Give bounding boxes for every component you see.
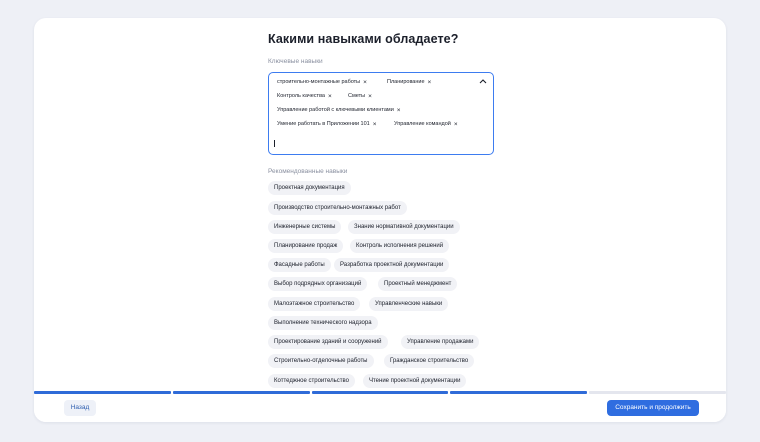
skill-chip: Планирование × [384,77,435,88]
recommended-skill[interactable]: Малоэтажное строительство [268,297,361,311]
skill-chip: строительно-монтажные работы × [274,77,370,88]
recommended-skill[interactable]: Знание нормативной документации [348,220,460,234]
recommended-skill[interactable]: Производство строительно-монтажных работ [268,201,407,215]
recommended-skill[interactable]: Управление продажами [401,335,480,349]
skill-chip: Сметы × [345,91,375,102]
close-icon[interactable]: × [368,91,372,102]
back-button[interactable]: Назад [64,400,96,416]
recommended-skill[interactable]: Проектный менеджмент [378,277,458,291]
close-icon[interactable]: × [454,119,458,130]
key-skills-input[interactable]: строительно-монтажные работы × Планирова… [268,72,494,155]
recommended-skill[interactable]: Проектная документация [268,181,351,195]
form-footer: Назад Сохранить и продолжить [34,394,726,422]
recommended-skill[interactable]: Строительно-отделочные работы [268,354,374,368]
recommended-skill[interactable]: Проектирование зданий и сооружений [268,335,388,349]
skill-chip: Управление командой × [391,119,461,130]
close-icon[interactable]: × [328,91,332,102]
skill-chip: Управление работой с ключевыми клиентами… [274,105,404,116]
recommended-skill[interactable]: Выполнение технического надзора [268,316,378,330]
page-title: Какими навыками обладаете? [268,32,459,46]
recommended-skill[interactable]: Инженерные системы [268,220,342,234]
close-icon[interactable]: × [363,77,367,88]
skill-chip-label: Контроль качества [277,93,325,99]
text-cursor [274,140,275,147]
skill-chip: Умение работать в Приложении 101 × [274,119,380,130]
skill-chip-label: Управление работой с ключевыми клиентами [277,107,394,113]
recommended-skill[interactable]: Выбор подрядных организаций [268,277,368,291]
recommended-skill[interactable]: Контроль исполнения решений [350,239,450,253]
skill-chip-label: Планирование [387,79,425,85]
recommended-skill[interactable]: Коттеджное строительство [268,374,355,388]
recommended-skill[interactable]: Планирование продаж [268,239,344,253]
recommended-skills-label: Рекомендованные навыки [268,168,348,175]
close-icon[interactable]: × [373,119,377,130]
skill-chip: Контроль качества × [274,91,335,102]
close-icon[interactable]: × [428,77,432,88]
close-icon[interactable]: × [397,105,401,116]
recommended-skill[interactable]: Фасадные работы [268,258,331,272]
skill-chip-label: Сметы [348,93,366,99]
skill-chip-label: строительно-монтажные работы [277,79,361,85]
skill-chip-label: Умение работать в Приложении 101 [277,121,370,127]
recommended-skill[interactable]: Чтение проектной документации [363,374,467,388]
key-skills-label: Ключевые навыки [268,58,323,65]
chevron-up-icon[interactable] [479,78,487,84]
skills-card: Какими навыками обладаете? Ключевые навы… [34,18,726,422]
save-and-continue-button[interactable]: Сохранить и продолжить [607,400,699,416]
recommended-skill[interactable]: Разработка проектной документации [334,258,450,272]
recommended-skill[interactable]: Гражданское строительство [384,354,475,368]
skill-chip-label: Управление командой [394,121,451,127]
recommended-skill[interactable]: Управленческие навыки [369,297,449,311]
